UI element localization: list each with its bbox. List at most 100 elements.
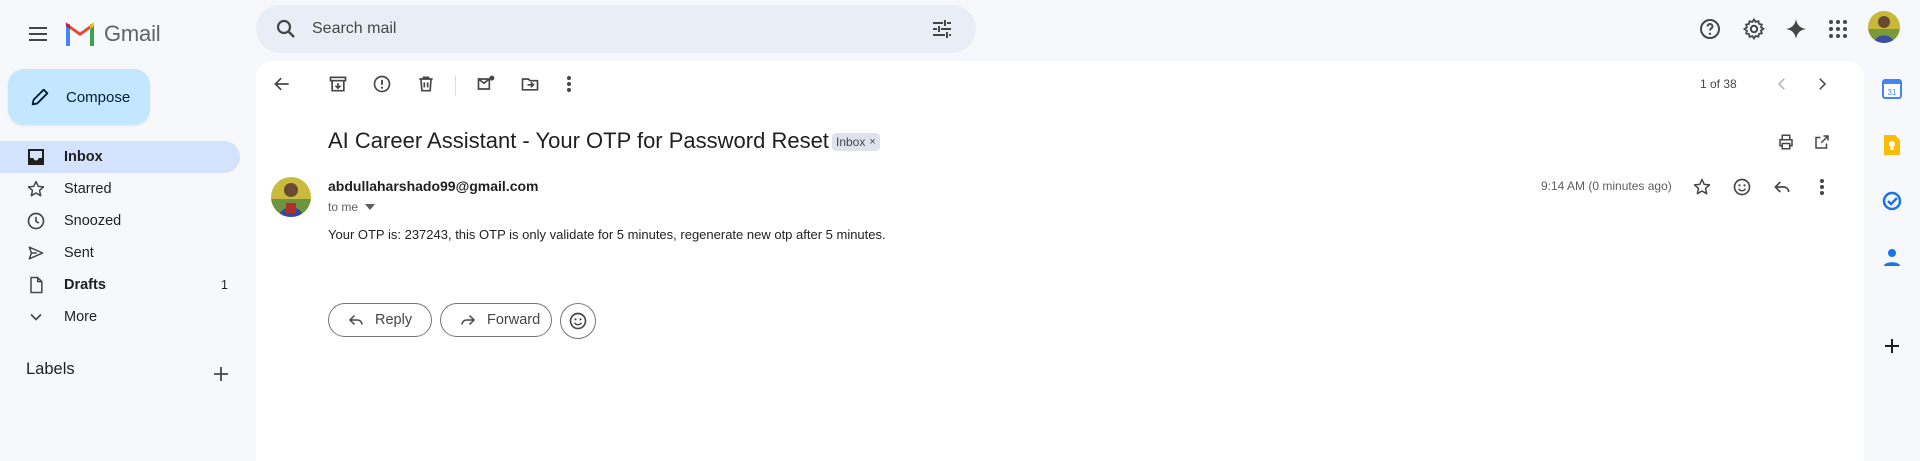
reply-icon-button[interactable] (1762, 167, 1802, 207)
help-button[interactable] (1690, 9, 1730, 49)
recipient-text: to me (328, 200, 359, 214)
settings-button[interactable] (1734, 9, 1774, 49)
sidebar-item-sent[interactable]: Sent (0, 237, 240, 269)
older-chevron-icon (1813, 75, 1831, 93)
sender-email[interactable]: abdullaharshado99@gmail.com (328, 178, 539, 194)
menu-icon (26, 22, 50, 46)
gemini-sparkle-icon (1784, 17, 1808, 41)
draft-icon (26, 275, 46, 295)
message-time: 9:14 AM (0 minutes ago) (1541, 179, 1672, 193)
sidebar-item-count: 1 (221, 278, 228, 292)
help-icon (1698, 17, 1722, 41)
contacts-icon (1883, 247, 1901, 267)
tasks-icon (1882, 191, 1902, 211)
reply-label: Reply (375, 312, 413, 328)
delete-icon (416, 74, 436, 94)
email-subject: AI Career Assistant - Your OTP for Passw… (328, 128, 829, 153)
calendar-icon: 31 (1882, 79, 1902, 99)
clock-icon (26, 211, 46, 231)
create-label-button[interactable] (205, 358, 237, 390)
more-options-button[interactable] (549, 64, 589, 104)
report-spam-icon (372, 74, 392, 94)
add-reaction-button[interactable] (1722, 167, 1762, 207)
keep-icon (1884, 135, 1900, 155)
apps-button[interactable] (1818, 9, 1858, 49)
email-body: Your OTP is: 237243, this OTP is only va… (328, 227, 886, 242)
sidebar-item-snoozed[interactable]: Snoozed (0, 205, 240, 237)
print-all-button[interactable] (1766, 122, 1806, 162)
contacts-addon[interactable] (1878, 243, 1906, 271)
forward-label: Forward (487, 312, 541, 328)
chevron-down-icon (26, 307, 46, 327)
gemini-button[interactable] (1776, 9, 1816, 49)
sidebar-item-more[interactable]: More (0, 301, 240, 333)
search-bar[interactable] (256, 5, 976, 53)
sidebar-item-starred[interactable]: Starred (0, 173, 240, 205)
reply-icon (347, 310, 365, 330)
reply-button[interactable]: Reply (328, 303, 432, 337)
sidebar-item-label: More (64, 309, 98, 325)
gmail-wordmark: Gmail (104, 21, 161, 46)
sidebar-item-label: Starred (64, 181, 112, 197)
move-to-button[interactable] (510, 64, 550, 104)
sidebar-item-inbox[interactable]: Inbox (0, 141, 240, 173)
sidebar-item-drafts[interactable]: Drafts 1 (0, 269, 240, 301)
search-input[interactable] (310, 8, 922, 50)
more-vert-icon (566, 75, 572, 93)
report-spam-button[interactable] (362, 64, 402, 104)
get-addons-button[interactable] (1878, 332, 1906, 360)
back-button[interactable] (262, 64, 302, 104)
tasks-addon[interactable] (1878, 187, 1906, 215)
toolbar-divider (455, 76, 456, 96)
gmail-m-icon (64, 22, 96, 46)
forward-icon (459, 310, 477, 330)
print-icon (1777, 133, 1795, 151)
recipient-details[interactable]: to me (328, 200, 376, 214)
emoji-react-button[interactable] (560, 303, 596, 339)
search-icon[interactable] (262, 5, 310, 53)
older-button[interactable] (1802, 64, 1842, 104)
inbox-label-chip[interactable]: Inbox × (832, 133, 880, 151)
forward-button[interactable]: Forward (440, 303, 552, 337)
search-filter-icon[interactable] (922, 9, 962, 49)
archive-icon (328, 74, 348, 94)
archive-button[interactable] (318, 64, 358, 104)
star-message-button[interactable] (1682, 167, 1722, 207)
plus-icon (1883, 337, 1901, 355)
gmail-logo[interactable]: Gmail (64, 17, 161, 51)
sidebar-item-label: Snoozed (64, 213, 122, 229)
apps-grid-icon (1828, 19, 1848, 39)
move-to-icon (520, 74, 540, 94)
star-icon (1692, 177, 1712, 197)
message-more-button[interactable] (1802, 167, 1842, 207)
inbox-icon (26, 147, 46, 167)
send-icon (26, 243, 46, 263)
calendar-addon[interactable]: 31 (1878, 75, 1906, 103)
mark-unread-button[interactable] (466, 64, 506, 104)
remove-label-icon[interactable]: × (869, 136, 875, 148)
pagination-text: 1 of 38 (1700, 77, 1737, 91)
pencil-icon (28, 85, 52, 109)
reply-icon (1772, 177, 1792, 197)
labels-heading: Labels (26, 360, 75, 378)
back-arrow-icon (272, 74, 292, 94)
sidebar-item-label: Drafts (64, 277, 106, 293)
label-chip-text: Inbox (836, 135, 866, 149)
sender-avatar[interactable] (271, 177, 311, 217)
delete-button[interactable] (406, 64, 446, 104)
open-new-window-button[interactable] (1802, 122, 1842, 162)
compose-label: Compose (66, 88, 131, 106)
keep-addon[interactable] (1878, 131, 1906, 159)
mark-unread-icon (476, 74, 496, 94)
more-vert-icon (1819, 178, 1825, 196)
plus-icon (212, 365, 230, 383)
account-avatar[interactable] (1868, 11, 1900, 43)
main-menu-button[interactable] (18, 14, 58, 54)
star-icon (26, 179, 46, 199)
compose-button[interactable]: Compose (8, 69, 150, 125)
sidebar-item-label: Sent (64, 245, 94, 261)
settings-icon (1742, 17, 1766, 41)
newer-button[interactable] (1762, 64, 1802, 104)
message-panel (256, 61, 1864, 461)
emoji-icon (568, 311, 588, 331)
